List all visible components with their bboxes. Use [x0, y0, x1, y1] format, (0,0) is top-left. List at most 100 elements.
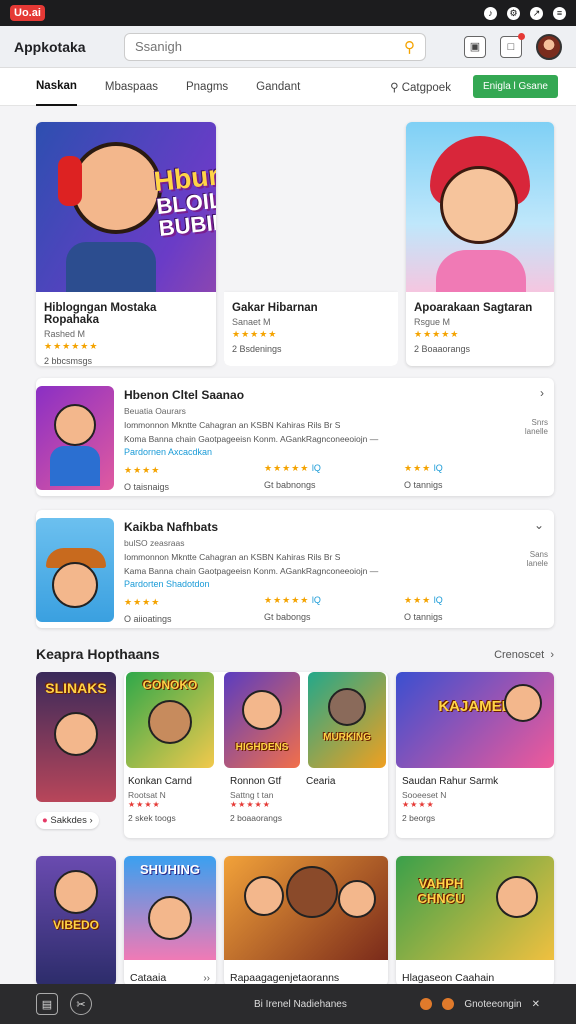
avatar[interactable] [536, 33, 562, 60]
download-count: 2 Bsdenings [232, 344, 282, 354]
grid-art: SLINAKS [36, 672, 116, 802]
game-name: Saudan Rahur Sarmk [402, 776, 499, 787]
game-subtitle: Sooeeset N [402, 790, 447, 800]
game-tile[interactable]: SHUHING Cataaia ›› [124, 856, 216, 986]
side-label: Snrs lanelle [524, 418, 548, 436]
list-subtitle: Beuatia Oaurars [124, 406, 186, 416]
card-subtitle: Rashed M [44, 329, 86, 339]
character-dress [436, 250, 526, 292]
character-face [440, 166, 518, 244]
developer-link[interactable]: Pardorten Shadotdon [124, 579, 544, 589]
grid-art: KAJAMEE [396, 672, 554, 768]
tile-caption: Hlagaseon Caahain [402, 972, 495, 984]
list-subtitle: bulSO zeasraas [124, 538, 185, 548]
search-box[interactable]: ⚲ [124, 32, 426, 61]
card-title: Hiblogngan Mostaka Ropahaka [44, 302, 157, 326]
list-description: Iommonnon Mkntte Cahagran an KSBN Kahira… [124, 552, 341, 562]
tile-caption: Rapaagagenjetaoranns [230, 972, 340, 984]
bottom-right-label[interactable]: Gnoteeongin [464, 999, 521, 1010]
grid-card-3[interactable]: KAJAMEE Saudan Rahur Sarmk Sooeeset N ★★… [396, 672, 554, 838]
section-more-link[interactable]: Crenoscet › [494, 649, 554, 661]
status-bar: Uo.ai ♪ ⚙ ↗ ≡ [0, 0, 576, 26]
status-icons: ♪ ⚙ ↗ ≡ [484, 6, 566, 20]
chevron-right-icon[interactable]: › [540, 386, 544, 400]
rating-stars: ★★★★★ [230, 800, 271, 809]
search-input[interactable] [135, 39, 375, 54]
grid-art: MURKING [308, 672, 386, 768]
featured-card-3[interactable]: Apoarakaan Sagtaran Rsgue M ★★★★★ 2 Boaa… [406, 122, 554, 366]
rating-stars: ★★★★ [402, 800, 435, 809]
game-tile[interactable]: Rapaagagenjetaoranns [224, 856, 388, 986]
game-name: Ronnon Gtf [230, 776, 282, 787]
tag-pill[interactable]: ● Sakkdes › [36, 812, 99, 829]
game-name: Cearia [306, 776, 336, 787]
clipboard-icon[interactable]: ▣ [464, 35, 486, 58]
cta-button[interactable]: Enigla l Gsane [472, 75, 558, 98]
tab-naskan[interactable]: Naskan [36, 68, 77, 106]
featured-art-3 [406, 122, 554, 292]
share-icon[interactable]: ↗ [530, 6, 543, 20]
bottom-status: Bi Irenel Nadiehanes [254, 998, 347, 1010]
card-subtitle: Rsgue M [414, 317, 451, 327]
card-subtitle: Sanaet M [232, 317, 271, 327]
list-description-2: Koma Banna chain Gaotpageeisn Konm. AGan… [124, 434, 379, 444]
list-title: Hbenon Cltel Saanao [124, 388, 245, 402]
rating-stars: ★★★★★ [414, 329, 460, 339]
grid-card-2[interactable]: GONOKO HIGHDENS MURKING Konkan Carnd Roo… [124, 672, 388, 838]
list-description: Iommonnon Mkntte Cahagran an KSBN Kahira… [124, 420, 341, 430]
list-thumbnail [36, 518, 114, 622]
compare-link[interactable]: ⚲ Catgpoek [390, 80, 451, 94]
list-description-2: Kama Banna chain Gaotpageeisn Konm. AGan… [124, 566, 379, 576]
tile-caption: Cataaia [130, 972, 167, 984]
search-icon[interactable]: ⚲ [404, 38, 415, 56]
menu-icon[interactable]: ≡ [553, 6, 566, 20]
list-item[interactable]: Kaikba Nafhbats bulSO zeasraas Iommonnon… [36, 510, 554, 628]
rating-stars: ★★★★★ [232, 329, 278, 339]
notification-icon[interactable]: □ [500, 32, 525, 58]
chevron-down-icon[interactable]: ⌄ [534, 518, 544, 532]
chevron-right-icon[interactable]: ›› [203, 973, 210, 984]
tab-mbaspaas[interactable]: Mbaspaas [105, 68, 158, 106]
tab-actions: ⚲ Catgpoek Enigla l Gsane [390, 75, 558, 98]
tab-pnagms[interactable]: Pnagms [186, 68, 228, 106]
profile-icon[interactable] [420, 998, 433, 1010]
grid-art: HIGHDENS [224, 672, 300, 768]
settings-icon[interactable]: ⚙ [507, 6, 520, 20]
game-subtitle: Rootsat N [128, 790, 166, 800]
grid-art: GONOKO [126, 672, 214, 768]
card-title: Apoarakaan Sagtaran [414, 302, 533, 314]
status-logo: Uo.ai [10, 5, 45, 21]
game-tile[interactable]: VAHPH CHNCU Hlagaseon Caahain [396, 856, 554, 986]
section-title: Keapra Hopthaans [36, 646, 160, 662]
compare-label: Catgpoek [401, 81, 451, 94]
featured-card-2[interactable]: Gakar Hibarnan Sanaet M ★★★★★ 2 Bsdening… [224, 122, 398, 366]
header: Appkotaka ⚲ ▣ □ [0, 26, 576, 68]
game-tile[interactable]: VIBEDO [36, 856, 116, 986]
side-label: Sans lanele [526, 550, 548, 568]
download-count: 2 skek toogs [128, 813, 176, 823]
list-title: Kaikba Nafhbats [124, 520, 219, 534]
notification-badge [518, 32, 525, 40]
download-count: 2 beorgs [402, 813, 436, 823]
rating-stars: ★★★★★★ [44, 341, 99, 351]
developer-link[interactable]: Pardornen Axcacdkan [124, 447, 544, 457]
game-subtitle: Sattng t tan [230, 790, 274, 800]
download-count: 2 bbcsmsgs [44, 356, 93, 366]
download-count: 2 Boaaorangs [414, 344, 471, 354]
tab-gandant[interactable]: Gandant [256, 68, 300, 106]
game-name: Konkan Carnd [128, 776, 192, 787]
grid-card-1[interactable]: SLINAKS ● Sakkdes › [36, 672, 116, 838]
tools-icon[interactable]: ✂ [70, 993, 92, 1015]
bell-icon[interactable]: ♪ [484, 6, 497, 20]
card-title: Gakar Hibarnan [232, 302, 318, 314]
bottom-bar: ▤ ✂ Bi Irenel Nadiehanes Gnoteeongin ✕ [0, 984, 576, 1024]
download-count: 2 boaaorangs [230, 813, 282, 823]
profile-icon-2[interactable] [442, 998, 455, 1010]
tab-bar: Naskan Mbaspaas Pnagms Gandant ⚲ Catgpoe… [0, 68, 576, 106]
document-icon[interactable]: ▤ [36, 993, 58, 1015]
list-thumbnail [36, 386, 114, 490]
featured-card-1-meta: Hiblogngan Mostaka Ropahaka Rashed M ★★★… [36, 122, 216, 366]
close-icon[interactable]: ✕ [532, 999, 540, 1010]
brand-name: Appkotaka [14, 38, 86, 55]
list-item[interactable]: Hbenon Cltel Saanao Beuatia Oaurars Iomm… [36, 378, 554, 496]
